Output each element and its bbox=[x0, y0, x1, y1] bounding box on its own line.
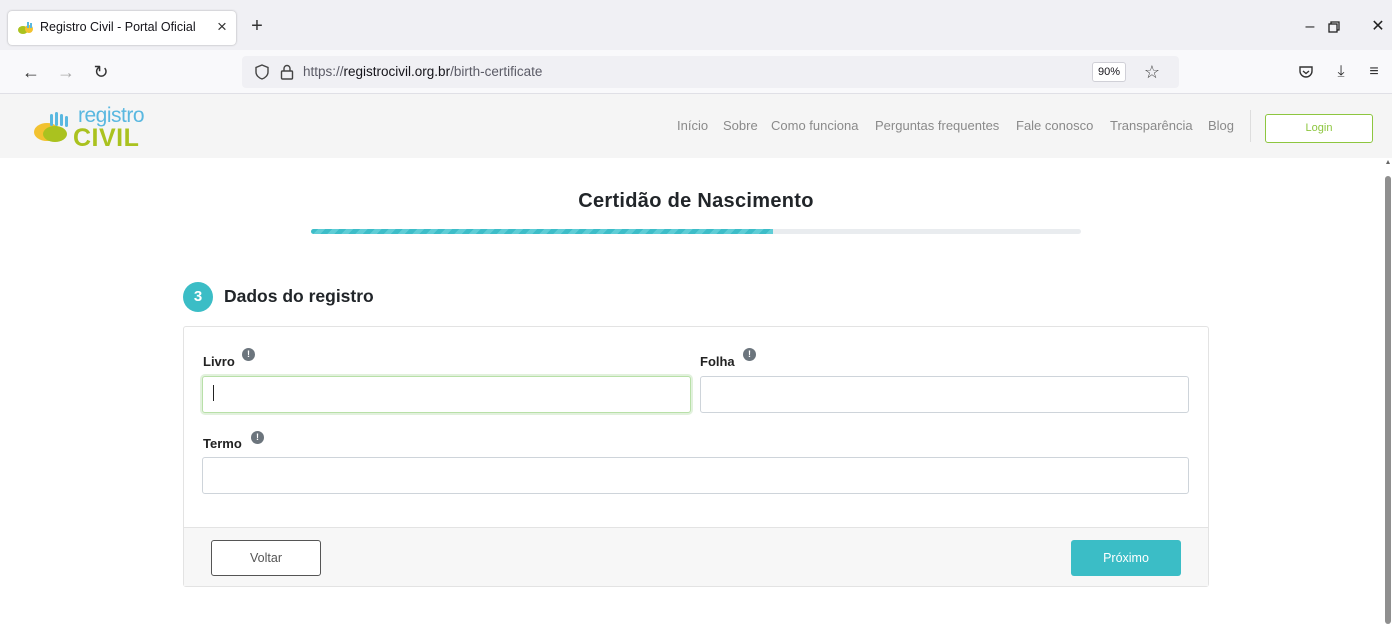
text-caret bbox=[213, 385, 214, 401]
download-icon[interactable]: ⤓ bbox=[1330, 61, 1352, 83]
livro-input[interactable] bbox=[202, 376, 691, 413]
scrollbar-thumb[interactable] bbox=[1385, 176, 1391, 624]
folha-label: Folha bbox=[700, 354, 735, 369]
livro-label: Livro bbox=[203, 354, 235, 369]
livro-info-icon[interactable]: ! bbox=[242, 348, 255, 361]
new-tab-button[interactable]: + bbox=[247, 16, 267, 36]
forward-arrow-icon[interactable]: → bbox=[55, 61, 77, 83]
browser-nav-bar: ← → ↻ https://registrocivil.org.br/birth… bbox=[0, 50, 1392, 94]
menu-divider bbox=[1250, 110, 1251, 142]
browser-tab-bar: Registro Civil - Portal Oficial × + – ✕ bbox=[0, 0, 1392, 50]
tab-title: Registro Civil - Portal Oficial bbox=[40, 20, 196, 34]
back-arrow-icon[interactable]: ← bbox=[20, 61, 42, 83]
termo-label: Termo bbox=[203, 436, 242, 451]
scroll-up-arrow-icon[interactable] bbox=[1386, 160, 1390, 164]
voltar-button[interactable]: Voltar bbox=[211, 540, 321, 576]
url-text: https://registrocivil.org.br/birth-certi… bbox=[303, 64, 543, 79]
progress-bar-fill bbox=[311, 229, 773, 234]
folha-info-icon[interactable]: ! bbox=[743, 348, 756, 361]
progress-bar bbox=[311, 229, 1081, 234]
registro-civil-logo[interactable]: registro CIVIL bbox=[33, 104, 163, 152]
shield-icon[interactable] bbox=[254, 64, 270, 80]
pocket-icon[interactable] bbox=[1295, 61, 1317, 83]
close-window-icon[interactable]: ✕ bbox=[1364, 14, 1392, 40]
bookmark-star-icon[interactable]: ☆ bbox=[1140, 60, 1164, 84]
browser-tab[interactable]: Registro Civil - Portal Oficial × bbox=[8, 11, 236, 45]
proximo-button[interactable]: Próximo bbox=[1071, 540, 1181, 576]
menu-hamburger-icon[interactable]: ≡ bbox=[1363, 61, 1385, 83]
site-header: registro CIVIL Início Sobre Como funcion… bbox=[0, 94, 1392, 158]
favicon-icon bbox=[18, 22, 33, 34]
registro-form-card: Livro ! Folha ! Termo ! Voltar Próximo bbox=[183, 326, 1209, 587]
lock-icon[interactable] bbox=[280, 64, 294, 80]
step-number-badge: 3 bbox=[183, 282, 213, 312]
termo-input[interactable] bbox=[202, 457, 1189, 494]
reload-icon[interactable]: ↻ bbox=[90, 61, 112, 83]
logo-text-bottom: CIVIL bbox=[73, 124, 140, 152]
folha-input[interactable] bbox=[700, 376, 1189, 413]
page-title: Certidão de Nascimento bbox=[578, 190, 814, 212]
termo-info-icon[interactable]: ! bbox=[251, 431, 264, 444]
zoom-level-badge[interactable]: 90% bbox=[1092, 62, 1126, 82]
menu-item-inicio[interactable]: Início bbox=[677, 118, 708, 136]
menu-item-como-funciona[interactable]: Como funciona bbox=[771, 118, 858, 136]
restore-icon[interactable] bbox=[1320, 14, 1348, 40]
menu-item-sobre[interactable]: Sobre bbox=[723, 118, 758, 136]
hands-logo-icon bbox=[34, 112, 68, 142]
address-bar[interactable]: https://registrocivil.org.br/birth-certi… bbox=[242, 56, 1179, 88]
menu-item-fale-conosco[interactable]: Fale conosco bbox=[1016, 118, 1093, 136]
close-tab-icon[interactable]: × bbox=[212, 17, 232, 37]
menu-item-blog[interactable]: Blog bbox=[1208, 118, 1234, 136]
step-title: Dados do registro bbox=[224, 286, 374, 306]
form-footer: Voltar Próximo bbox=[184, 527, 1208, 586]
login-button[interactable]: Login bbox=[1265, 114, 1373, 143]
menu-item-perguntas-frequentes[interactable]: Perguntas frequentes bbox=[875, 118, 999, 136]
menu-item-transparencia[interactable]: Transparência bbox=[1110, 118, 1193, 136]
